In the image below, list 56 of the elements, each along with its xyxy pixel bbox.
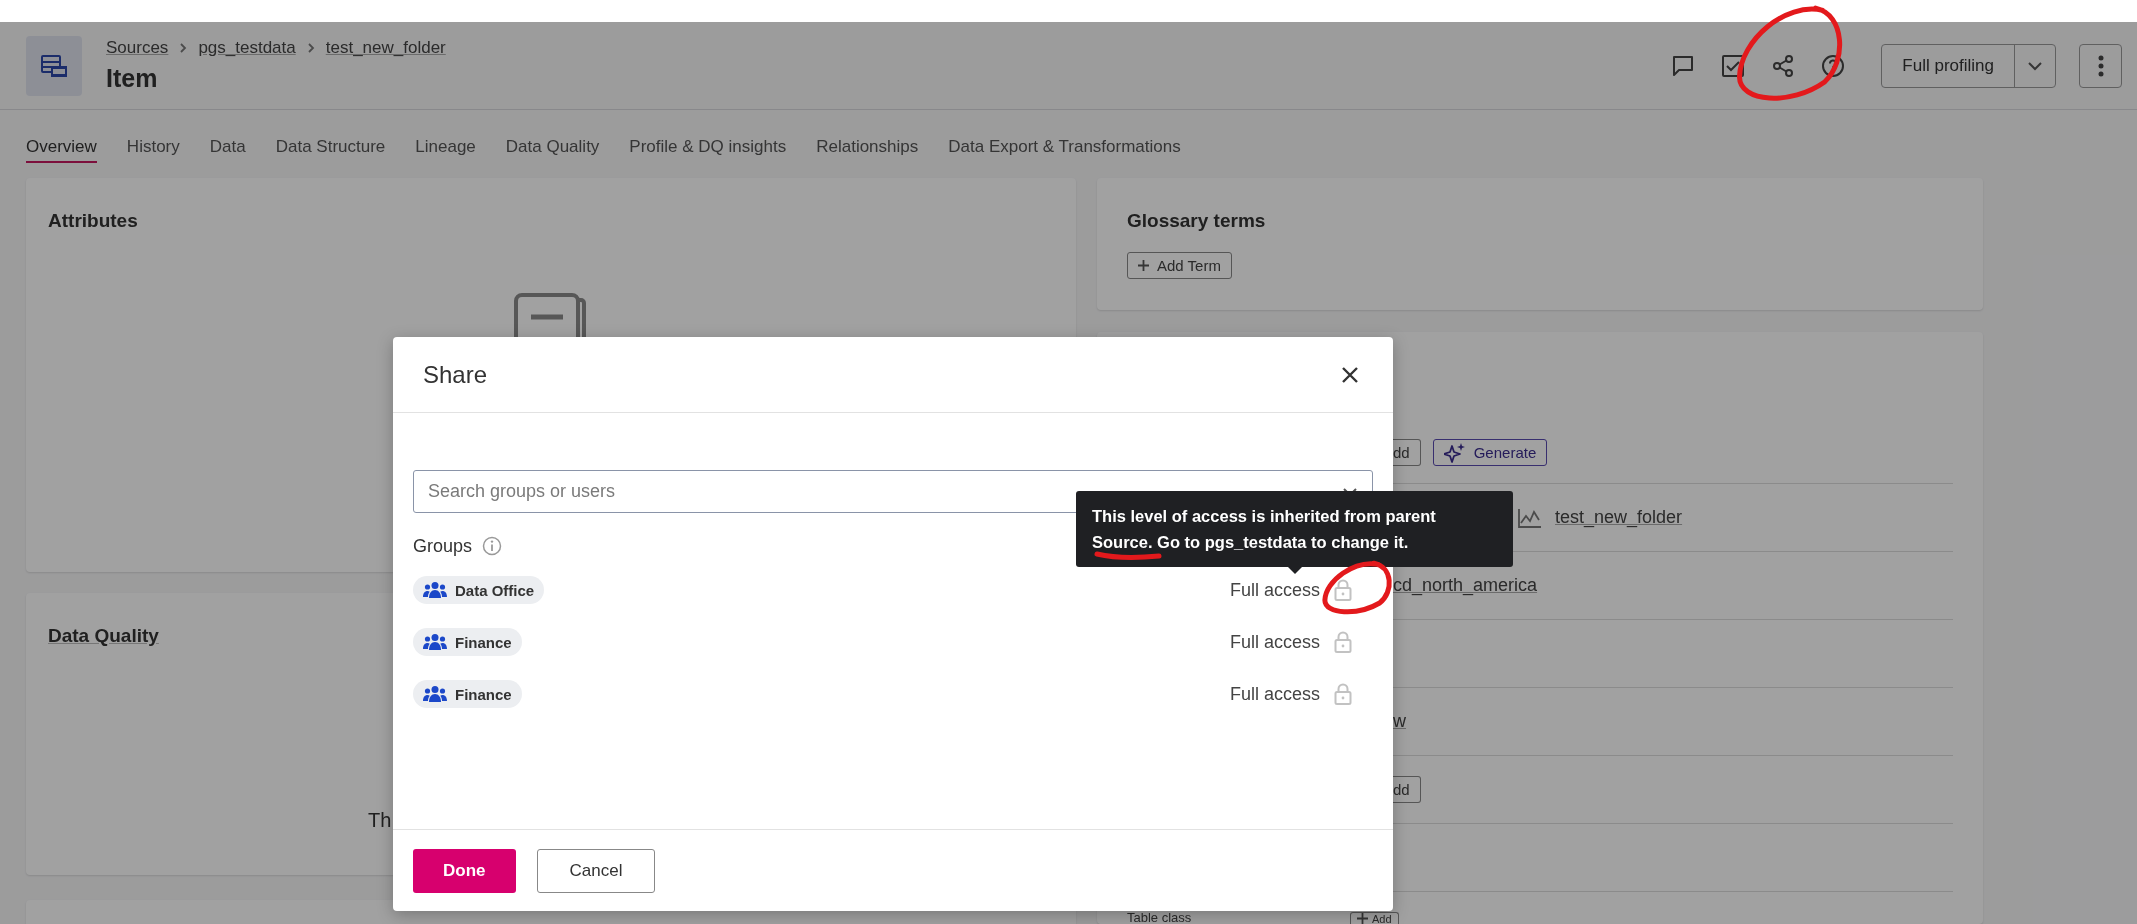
tab[interactable]: History: [126, 133, 180, 163]
access-level: Full access: [1229, 579, 1320, 601]
page-title: Item: [106, 64, 159, 93]
add-button[interactable]: Add: [1350, 912, 1399, 924]
add-term-button[interactable]: Add Term: [1127, 252, 1232, 279]
more-button[interactable]: [2079, 43, 2122, 88]
dialog-title: Share: [423, 360, 488, 389]
people-icon: [423, 633, 447, 651]
card-title: Data Quality: [48, 625, 159, 647]
tab[interactable]: Data Quality: [505, 133, 600, 163]
add-button[interactable]: dd: [1393, 776, 1421, 803]
tab[interactable]: Overview: [26, 133, 97, 163]
folder-link[interactable]: test_new_folder: [1555, 507, 1683, 528]
tab[interactable]: Relationships: [816, 133, 919, 163]
plus-icon: [1138, 260, 1149, 271]
generate-button[interactable]: Generate: [1432, 439, 1548, 466]
card-title: Glossary terms: [1127, 210, 1266, 232]
tab[interactable]: Data Structure: [275, 133, 386, 163]
chevron-right-icon: [305, 42, 316, 54]
people-icon: [423, 685, 447, 703]
share-icon[interactable]: [1771, 53, 1796, 78]
section-label: Groups: [413, 535, 473, 557]
plus-icon: [1357, 913, 1368, 924]
annotation-underline: [1094, 550, 1162, 560]
empty-state-text: Th: [368, 809, 392, 831]
field-label: Table class: [1127, 912, 1193, 924]
chevron-right-icon: [178, 42, 189, 54]
tab[interactable]: Profile & DQ insights: [629, 133, 787, 163]
help-icon[interactable]: [1821, 53, 1846, 78]
breadcrumb-link[interactable]: Sources: [106, 38, 169, 58]
comment-icon[interactable]: [1671, 53, 1696, 78]
group-chip: Finance: [413, 628, 522, 656]
table-sql-icon: [41, 53, 67, 78]
people-icon: [423, 581, 447, 599]
chevron-down-icon: [2026, 59, 2044, 72]
line-chart-icon: [1517, 506, 1543, 529]
add-button[interactable]: dd: [1393, 439, 1421, 466]
group-chip: Finance: [413, 680, 522, 708]
group-chip: Data Office: [413, 576, 545, 604]
more-icon: [2097, 54, 2104, 77]
sparkle-icon: [1443, 441, 1466, 464]
cancel-button[interactable]: Cancel: [536, 848, 656, 893]
info-icon: [482, 536, 503, 556]
value-link[interactable]: w: [1393, 711, 1406, 732]
breadcrumb-link[interactable]: pgs_testdata: [198, 38, 296, 58]
access-level: Full access: [1229, 683, 1320, 705]
close-icon[interactable]: [1341, 365, 1359, 384]
tab[interactable]: Data Export & Transformations: [948, 133, 1181, 163]
tab[interactable]: Data: [209, 133, 246, 163]
access-level: Full access: [1229, 631, 1320, 653]
done-button[interactable]: Done: [413, 848, 516, 893]
value-link[interactable]: cd_north_america: [1393, 575, 1538, 596]
checkbox-icon[interactable]: [1721, 53, 1746, 78]
card-title: Attributes: [48, 210, 138, 232]
breadcrumb-link[interactable]: test_new_folder: [325, 38, 446, 58]
tab[interactable]: Lineage: [415, 133, 476, 163]
